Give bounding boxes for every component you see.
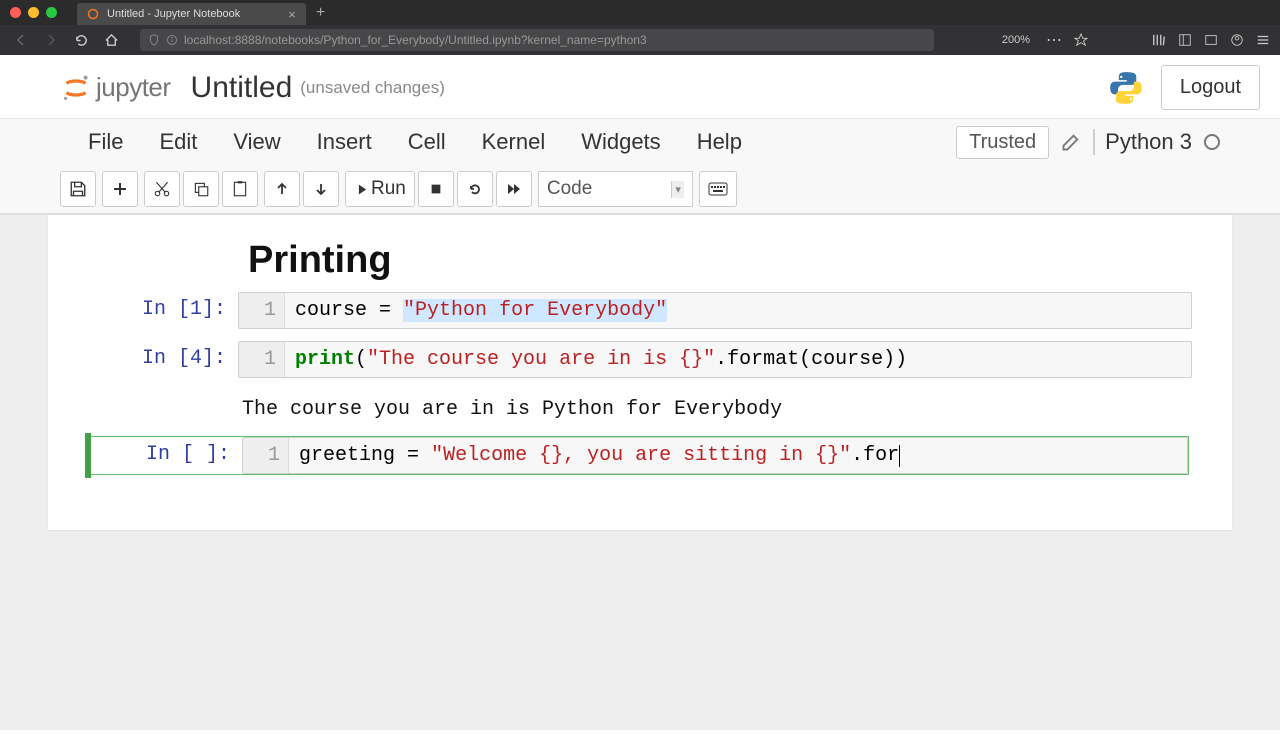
line-gutter: 1 bbox=[239, 342, 285, 377]
code-cell[interactable]: In [4]:1print("The course you are in is … bbox=[88, 341, 1192, 378]
cell-input-area[interactable]: 1print("The course you are in is {}".for… bbox=[238, 341, 1192, 378]
heading: Printing bbox=[248, 239, 1192, 282]
notebook-title[interactable]: Untitled bbox=[191, 71, 293, 105]
menu-view[interactable]: View bbox=[215, 125, 298, 159]
more-icon[interactable]: ⋯ bbox=[1046, 30, 1062, 50]
restart-run-all-button[interactable] bbox=[496, 171, 532, 207]
code-cell[interactable]: In [ ]:1greeting = "Welcome {}, you are … bbox=[85, 433, 1192, 478]
line-gutter: 1 bbox=[239, 293, 285, 328]
restart-button[interactable] bbox=[457, 171, 493, 207]
python-logo-icon bbox=[1107, 69, 1145, 107]
kernel-status-icon bbox=[1204, 134, 1220, 150]
edit-icon[interactable] bbox=[1061, 132, 1081, 152]
info-icon bbox=[166, 34, 178, 46]
zoom-level[interactable]: 200% bbox=[1002, 34, 1030, 46]
browser-tab[interactable]: Untitled - Jupyter Notebook × bbox=[77, 3, 306, 25]
text-cursor bbox=[899, 445, 900, 467]
jupyter-toolbar: Run Code ▾ bbox=[0, 165, 1280, 214]
browser-tabstrip: Untitled - Jupyter Notebook × + bbox=[0, 0, 1280, 25]
jupyter-header: jupyter Untitled (unsaved changes) Logou… bbox=[0, 55, 1280, 119]
menubar: File Edit View Insert Cell Kernel Widget… bbox=[0, 119, 1280, 165]
trusted-badge[interactable]: Trusted bbox=[956, 126, 1049, 159]
jupyter-logo-icon bbox=[60, 72, 92, 104]
addons-icon[interactable] bbox=[1204, 33, 1218, 47]
minimize-window-icon[interactable] bbox=[28, 7, 39, 18]
jupyter-favicon-icon bbox=[87, 8, 99, 20]
cut-button[interactable] bbox=[144, 171, 180, 207]
close-tab-icon[interactable]: × bbox=[288, 7, 296, 22]
sidebar-icon[interactable] bbox=[1178, 33, 1192, 47]
menu-file[interactable]: File bbox=[70, 125, 141, 159]
reload-button[interactable] bbox=[70, 29, 92, 51]
copy-button[interactable] bbox=[183, 171, 219, 207]
code-content[interactable]: print("The course you are in is {}".form… bbox=[285, 342, 1191, 377]
url-text: localhost:8888/notebooks/Python_for_Ever… bbox=[184, 33, 647, 47]
cell-input-area[interactable]: 1course = "Python for Everybody" bbox=[238, 292, 1192, 329]
cell-prompt: In [1]: bbox=[88, 292, 238, 329]
code-cell[interactable]: In [1]:1course = "Python for Everybody" bbox=[88, 292, 1192, 329]
jupyter-logo[interactable]: jupyter bbox=[60, 72, 171, 104]
line-gutter: 1 bbox=[243, 438, 289, 473]
logout-button[interactable]: Logout bbox=[1161, 65, 1260, 110]
code-content[interactable]: course = "Python for Everybody" bbox=[285, 293, 1191, 328]
move-up-button[interactable] bbox=[264, 171, 300, 207]
menu-kernel[interactable]: Kernel bbox=[464, 125, 564, 159]
notebook: Printing In [1]:1course = "Python for Ev… bbox=[48, 215, 1232, 530]
window-controls bbox=[10, 7, 57, 18]
paste-button[interactable] bbox=[222, 171, 258, 207]
menu-insert[interactable]: Insert bbox=[299, 125, 390, 159]
shield-icon bbox=[148, 34, 160, 46]
menu-help[interactable]: Help bbox=[679, 125, 760, 159]
add-cell-button[interactable] bbox=[102, 171, 138, 207]
cell-input-area[interactable]: 1greeting = "Welcome {}, you are sitting… bbox=[242, 437, 1188, 474]
hamburger-icon[interactable] bbox=[1256, 33, 1270, 47]
chevron-down-icon: ▾ bbox=[671, 181, 684, 198]
menu-edit[interactable]: Edit bbox=[141, 125, 215, 159]
celltype-value: Code bbox=[547, 178, 592, 200]
cell-prompt: In [ ]: bbox=[92, 437, 242, 474]
markdown-cell[interactable]: Printing bbox=[88, 239, 1192, 292]
output-cell: The course you are in is Python for Ever… bbox=[88, 390, 1192, 421]
code-content[interactable]: greeting = "Welcome {}, you are sitting … bbox=[289, 438, 1187, 473]
command-palette-button[interactable] bbox=[699, 171, 737, 207]
cell-output: The course you are in is Python for Ever… bbox=[238, 390, 782, 421]
run-button[interactable]: Run bbox=[345, 171, 415, 207]
kernel-name[interactable]: Python 3 bbox=[1093, 129, 1192, 155]
forward-button bbox=[40, 29, 62, 51]
notebook-container: Printing In [1]:1course = "Python for Ev… bbox=[0, 215, 1280, 730]
tab-title: Untitled - Jupyter Notebook bbox=[107, 8, 240, 20]
jupyter-logo-text: jupyter bbox=[96, 72, 171, 103]
browser-toolbar: localhost:8888/notebooks/Python_for_Ever… bbox=[0, 25, 1280, 55]
account-icon[interactable] bbox=[1230, 33, 1244, 47]
home-button[interactable] bbox=[100, 29, 122, 51]
library-icon[interactable] bbox=[1152, 33, 1166, 47]
save-button[interactable] bbox=[60, 171, 96, 207]
close-window-icon[interactable] bbox=[10, 7, 21, 18]
new-tab-button[interactable]: + bbox=[316, 4, 325, 22]
bookmark-icon[interactable] bbox=[1074, 33, 1088, 47]
save-status: (unsaved changes) bbox=[300, 78, 445, 98]
menu-widgets[interactable]: Widgets bbox=[563, 125, 678, 159]
url-bar[interactable]: localhost:8888/notebooks/Python_for_Ever… bbox=[140, 29, 934, 51]
move-down-button[interactable] bbox=[303, 171, 339, 207]
interrupt-button[interactable] bbox=[418, 171, 454, 207]
run-button-label: Run bbox=[371, 178, 406, 200]
cell-prompt: In [4]: bbox=[88, 341, 238, 378]
menu-cell[interactable]: Cell bbox=[390, 125, 464, 159]
celltype-select[interactable]: Code ▾ bbox=[538, 171, 693, 207]
maximize-window-icon[interactable] bbox=[46, 7, 57, 18]
back-button[interactable] bbox=[10, 29, 32, 51]
